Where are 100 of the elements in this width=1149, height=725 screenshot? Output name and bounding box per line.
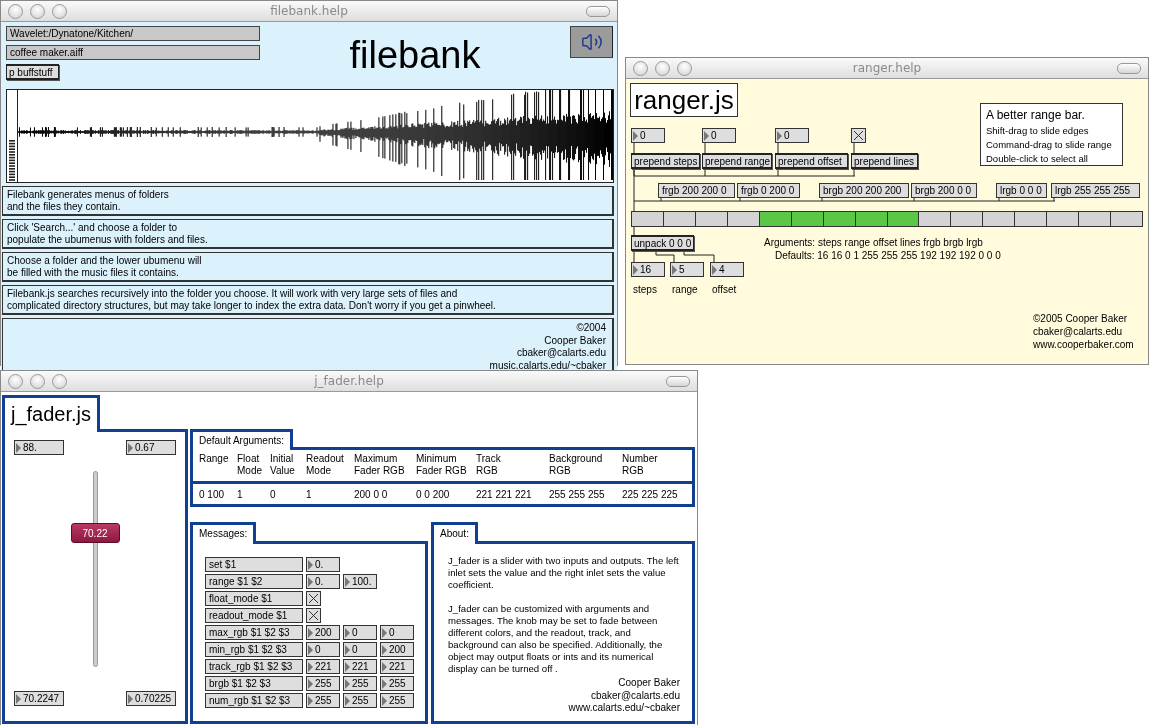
toolbar-toggle-button[interactable] [586, 5, 610, 17]
number-box[interactable]: 0 [631, 128, 665, 143]
table-cell-text: 255 255 255 [549, 488, 606, 502]
help-note: Click 'Search...' and choose a folder to populate the ubumenus with folders and files. [2, 219, 614, 249]
patch-cord [655, 250, 675, 263]
number-box[interactable]: 255 [306, 676, 340, 691]
number-box[interactable]: 70.2247 [14, 691, 64, 706]
range-cell[interactable] [855, 212, 888, 226]
column-header: Maximum Fader RGB [354, 452, 406, 478]
message-box[interactable]: frgb 0 200 0 [737, 183, 800, 198]
message-box[interactable]: float_mode $1 [205, 591, 303, 606]
message-box[interactable]: min_rgb $1 $2 $3 [205, 642, 303, 657]
message-box[interactable]: range $1 $2 [205, 574, 303, 589]
range-cell[interactable] [632, 212, 664, 226]
number-box[interactable]: 0. [306, 557, 340, 572]
column-header: Background RGB [549, 452, 604, 478]
number-box[interactable]: 221 [306, 659, 340, 674]
toggle[interactable] [306, 608, 321, 623]
info-line: Shift-drag to slide edges [986, 124, 1090, 137]
toggle[interactable] [851, 128, 866, 143]
range-cell[interactable] [1047, 212, 1080, 226]
defaults-text: Defaults: 16 16 0 1 255 255 255 192 192 192 0 0 0 [775, 250, 1001, 261]
speaker-icon [580, 31, 603, 53]
credit-line: www.cooperbaker.com [1033, 339, 1134, 350]
range-cell[interactable] [727, 212, 760, 226]
number-box[interactable]: 221 [343, 659, 377, 674]
prepend-object[interactable]: prepend offset [775, 153, 848, 169]
message-box[interactable]: num_rgb $1 $2 $3 [205, 693, 303, 708]
table-cell-text: 200 0 0 [354, 488, 389, 502]
range-cell[interactable] [823, 212, 856, 226]
number-box[interactable]: 88. [14, 440, 64, 455]
number-box[interactable]: 200 [380, 642, 414, 657]
credit-line: www.calarts.edu/~cbaker [568, 702, 680, 715]
number-box[interactable]: 255 [306, 693, 340, 708]
number-box[interactable]: 0 [775, 128, 809, 143]
number-box[interactable]: 255 [380, 693, 414, 708]
range-bar[interactable] [631, 211, 1143, 227]
number-box[interactable]: 16 [631, 262, 665, 277]
number-box[interactable]: 0.70225 [126, 691, 176, 706]
column-header: Range [199, 452, 230, 466]
folder-menu[interactable]: Wavelet:/Dynatone/Kitchen/ [6, 26, 260, 41]
credit-line: music.calarts.edu/~cbaker [489, 359, 606, 372]
number-box[interactable]: 221 [380, 659, 414, 674]
number-box[interactable]: 100. [343, 574, 377, 589]
range-cell[interactable] [759, 212, 792, 226]
about-paragraph: J_fader is a slider with two inputs and outputs. The left inlet sets the value and the right inlet sets the value coefficient. [448, 555, 680, 591]
range-cell[interactable] [983, 212, 1016, 226]
number-box[interactable]: 255 [343, 676, 377, 691]
range-cell[interactable] [791, 212, 824, 226]
column-header: Initial Value [270, 452, 296, 478]
file-menu[interactable]: coffee maker.aiff [6, 45, 260, 60]
message-box[interactable]: readout_mode $1 [205, 608, 303, 623]
help-note: Filebank.js searches recursively into the folder you choose. It will work with very large sets of files and complicated directory structures, but may take longer to index the extra data. Don't worry if you get a pinwheel. [2, 285, 614, 315]
range-cell[interactable] [695, 212, 728, 226]
range-cell[interactable] [919, 212, 952, 226]
number-box[interactable]: 0 [343, 642, 377, 657]
prepend-object[interactable]: prepend range [702, 153, 772, 169]
message-box[interactable]: set $1 [205, 557, 303, 572]
number-box[interactable]: 0 [343, 625, 377, 640]
range-cell[interactable] [887, 212, 920, 226]
message-box[interactable]: brgb 200 0 0 [911, 183, 977, 198]
message-box[interactable]: frgb 200 200 0 [658, 183, 735, 198]
message-box[interactable]: brgb $1 $2 $3 [205, 676, 303, 691]
message-box[interactable]: max_rgb $1 $2 $3 [205, 625, 303, 640]
credit-line: ©2005 Cooper Baker [1033, 313, 1128, 324]
fader-slider[interactable]: 70.22 [70, 471, 120, 667]
message-box[interactable]: lrgb 255 255 255 [1051, 183, 1140, 198]
number-box[interactable]: 0. [306, 574, 340, 589]
number-box[interactable]: 0 [380, 625, 414, 640]
credit-line: Cooper Baker [618, 677, 680, 690]
message-box[interactable]: track_rgb $1 $2 $3 [205, 659, 303, 674]
prepend-object[interactable]: prepend steps [631, 153, 700, 169]
table-cell-text: 221 221 221 [476, 488, 533, 502]
fader-knob[interactable]: 70.22 [70, 523, 120, 544]
number-box[interactable]: 0 [702, 128, 736, 143]
patch-heading: j_fader.js [11, 404, 92, 424]
audio-button[interactable] [570, 26, 613, 58]
number-box[interactable]: 4 [710, 262, 744, 277]
prepend-object[interactable]: prepend lines [851, 153, 918, 169]
number-box[interactable]: 0.67 [126, 440, 176, 455]
number-box[interactable]: 255 [343, 693, 377, 708]
toolbar-toggle-button[interactable] [666, 375, 690, 387]
range-cell[interactable] [1111, 212, 1142, 226]
toggle[interactable] [306, 591, 321, 606]
window-title: filebank.help [270, 4, 348, 18]
number-box[interactable]: 5 [670, 262, 704, 277]
message-box[interactable]: brgb 200 200 200 [819, 183, 909, 198]
subpatch-object[interactable]: p buffstuff [6, 64, 59, 80]
output-label: steps [633, 284, 657, 295]
message-box[interactable]: lrgb 0 0 0 [996, 183, 1047, 198]
toolbar-toggle-button[interactable] [1117, 62, 1141, 74]
range-cell[interactable] [951, 212, 984, 226]
range-cell[interactable] [663, 212, 696, 226]
range-cell[interactable] [1015, 212, 1048, 226]
number-box[interactable]: 255 [380, 676, 414, 691]
unpack-object[interactable]: unpack 0 0 0 [631, 235, 694, 251]
number-box[interactable]: 200 [306, 625, 340, 640]
range-cell[interactable] [1079, 212, 1112, 226]
info-title: A better range bar. [986, 108, 1086, 123]
number-box[interactable]: 0 [306, 642, 340, 657]
